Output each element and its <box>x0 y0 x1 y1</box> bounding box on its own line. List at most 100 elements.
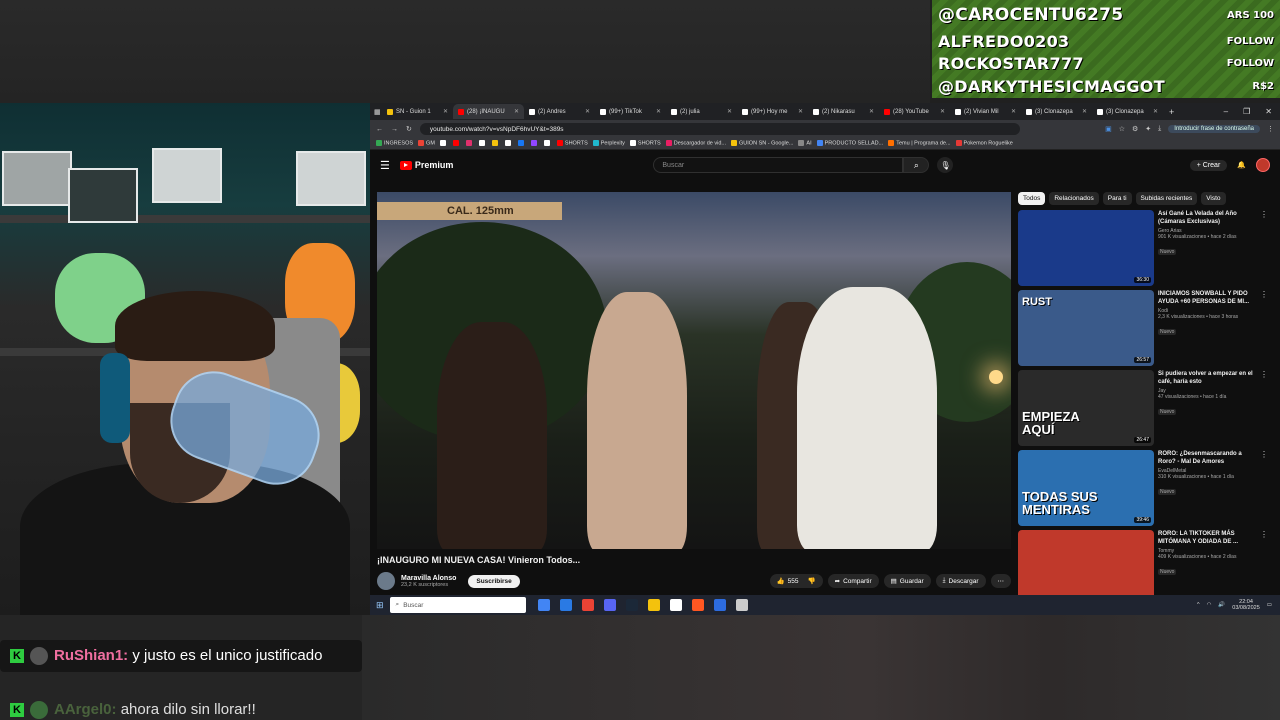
video-thumbnail[interactable]: RUST 26:57 <box>1018 290 1154 366</box>
clock[interactable]: 22:04 03/08/2025 <box>1232 599 1260 611</box>
more-options-icon[interactable]: ⋮ <box>1260 450 1268 530</box>
recommendation-title[interactable]: Si pudiera volver a empezar en el café, … <box>1158 370 1260 386</box>
tab-close-icon[interactable]: ✕ <box>585 108 590 115</box>
tab-close-icon[interactable]: ✕ <box>1153 108 1158 115</box>
taskbar-app-icon[interactable] <box>537 599 550 611</box>
video-thumbnail[interactable]: 36:30 <box>1018 210 1154 286</box>
bookmark-item[interactable]: Pokemon Roguelike <box>955 140 1013 147</box>
close-icon[interactable]: ✕ <box>1265 107 1272 116</box>
bookmark-item[interactable]: Descargador de vid... <box>665 140 726 147</box>
tab-close-icon[interactable]: ✕ <box>443 108 448 115</box>
minimize-icon[interactable]: – <box>1224 107 1228 116</box>
browser-tab[interactable]: (2) julia ✕ <box>666 104 737 119</box>
bookmark-item[interactable] <box>517 140 526 147</box>
url-field[interactable]: youtube.com/watch?v=vsNpDF6hvUY&t=389s <box>419 123 1020 135</box>
maximize-icon[interactable]: ❐ <box>1243 107 1250 116</box>
more-actions-button[interactable]: ⋯ <box>990 574 1011 588</box>
taskbar-app-icon[interactable] <box>581 599 594 611</box>
volume-icon[interactable]: 🔊 <box>1218 602 1225 608</box>
recommendation-item[interactable]: EMPIEZA AQUÍ 26:47 Si pudiera volver a emp… <box>1018 370 1270 450</box>
filter-chip[interactable]: Para ti <box>1102 192 1132 205</box>
more-options-icon[interactable]: ⋮ <box>1260 290 1268 370</box>
filter-chip[interactable]: Todos <box>1018 192 1046 205</box>
create-button[interactable]: + Crear <box>1189 159 1228 171</box>
translate-icon[interactable]: ▣ <box>1105 125 1112 133</box>
bookmark-item[interactable] <box>478 140 487 147</box>
browser-tab[interactable]: (28) YouTube ✕ <box>879 104 950 119</box>
bookmark-item[interactable]: AI <box>798 140 812 147</box>
tab-close-icon[interactable]: ✕ <box>1082 108 1087 115</box>
like-button[interactable]: 👍 555 👎 <box>769 574 823 588</box>
tab-grid-icon[interactable]: ▦ <box>374 108 382 116</box>
taskbar-app-icon[interactable] <box>669 599 682 611</box>
bookmark-item[interactable] <box>504 140 513 147</box>
extension-icon[interactable]: ⚙ <box>1132 125 1138 133</box>
taskbar-app-icon[interactable] <box>559 599 572 611</box>
new-tab-button[interactable]: + <box>1163 107 1180 117</box>
tab-close-icon[interactable]: ✕ <box>514 108 519 115</box>
tab-close-icon[interactable]: ✕ <box>798 108 803 115</box>
bookmark-item[interactable]: INGRESOS <box>376 140 413 147</box>
browser-tab[interactable]: (3) Clonazepa ✕ <box>1021 104 1092 119</box>
browser-tab[interactable]: SN - Guion 1 ✕ <box>382 104 453 119</box>
wifi-icon[interactable]: ◠ <box>1207 602 1212 608</box>
taskbar-app-icon[interactable] <box>603 599 616 611</box>
reload-icon[interactable]: ↻ <box>406 125 412 133</box>
bookmark-item[interactable] <box>439 140 448 147</box>
download-icon[interactable]: ⤓ <box>1158 125 1161 133</box>
recommendation-item[interactable]: TODAS SUS MENTIRAS 39:46 RORO: ¿Desenmasca… <box>1018 450 1270 530</box>
back-icon[interactable]: ← <box>376 126 383 133</box>
tab-close-icon[interactable]: ✕ <box>869 108 874 115</box>
browser-tab[interactable]: (28) ¡INAUGU ✕ <box>453 104 524 119</box>
browser-tab[interactable]: (3) Clonazepa ✕ <box>1092 104 1163 119</box>
bookmark-item[interactable]: SHORTS <box>556 140 588 147</box>
recommendation-title[interactable]: RORO: LA TIKTOKER MÁS MITÓMANA Y ODIADA … <box>1158 530 1260 546</box>
filter-chip[interactable]: Subidas recientes <box>1135 192 1198 205</box>
chevron-up-icon[interactable]: ^ <box>1197 602 1200 608</box>
bookmark-item[interactable]: SHORTS <box>629 140 661 147</box>
bookmark-item[interactable] <box>491 140 500 147</box>
bookmark-item[interactable] <box>543 140 552 147</box>
avatar[interactable] <box>1256 158 1270 172</box>
bookmark-item[interactable] <box>452 140 461 147</box>
tab-close-icon[interactable]: ✕ <box>656 108 661 115</box>
taskbar-search-input[interactable]: ⌕ Buscar <box>389 597 526 613</box>
video-thumbnail[interactable]: EMPIEZA AQUÍ 26:47 <box>1018 370 1154 446</box>
browser-tab[interactable]: (2) Andres ✕ <box>524 104 595 119</box>
recommendation-item[interactable]: 36:30 Así Gané La Velada del Año (Cámaras… <box>1018 210 1270 290</box>
search-button[interactable]: ⌕ <box>903 157 930 173</box>
tab-close-icon[interactable]: ✕ <box>727 108 732 115</box>
notifications-icon[interactable]: 🔔 <box>1237 161 1246 169</box>
youtube-logo[interactable]: Premium <box>399 160 453 170</box>
forward-icon[interactable]: → <box>391 126 398 133</box>
taskbar-app-icon[interactable] <box>713 599 726 611</box>
taskbar-app-icon[interactable] <box>647 599 660 611</box>
browser-tab[interactable]: (99+) TikTok ✕ <box>595 104 666 119</box>
bookmark-item[interactable]: Temu | Programa de... <box>888 140 951 147</box>
recommendation-title[interactable]: RORO: ¿Desenmascarando a Roro? - Mal De … <box>1158 450 1260 466</box>
password-chip[interactable]: Introducir frase de contraseña <box>1168 125 1260 133</box>
browser-tab[interactable]: (99+) Hoy me ✕ <box>737 104 808 119</box>
bookmark-item[interactable]: PRODUCTO SELLAD... <box>816 140 883 147</box>
recommendation-title[interactable]: Así Gané La Velada del Año (Cámaras Excl… <box>1158 210 1260 226</box>
filter-chip[interactable]: Relacionados <box>1049 192 1099 205</box>
subscribe-button[interactable]: Suscribirse <box>468 574 520 588</box>
bookmark-item[interactable] <box>530 140 539 147</box>
bookmark-item[interactable]: GUION SN - Google... <box>731 140 793 147</box>
tab-close-icon[interactable]: ✕ <box>940 108 945 115</box>
browser-tab[interactable]: (2) Nikarasu ✕ <box>808 104 879 119</box>
more-options-icon[interactable]: ⋮ <box>1260 370 1268 450</box>
search-input[interactable]: Buscar <box>653 157 904 173</box>
video-player[interactable]: CAL. 125mm <box>377 192 1011 549</box>
bookmark-item[interactable]: Perplexity <box>592 140 625 147</box>
star-icon[interactable]: ☆ <box>1119 125 1125 133</box>
save-button[interactable]: ▤ Guardar <box>883 574 931 588</box>
windows-start-icon[interactable]: ⊞ <box>376 600 384 611</box>
bookmark-item[interactable] <box>465 140 474 147</box>
share-button[interactable]: ➦ Compartir <box>827 574 879 588</box>
puzzle-icon[interactable]: ✦ <box>1145 125 1151 133</box>
taskbar-app-icon[interactable] <box>691 599 704 611</box>
filter-chip[interactable]: Visto <box>1201 192 1226 205</box>
notifications-icon[interactable]: ▭ <box>1267 602 1272 608</box>
recommendation-title[interactable]: INICIAMOS SNOWBALL Y PIDO AYUDA +60 PERS… <box>1158 290 1260 306</box>
